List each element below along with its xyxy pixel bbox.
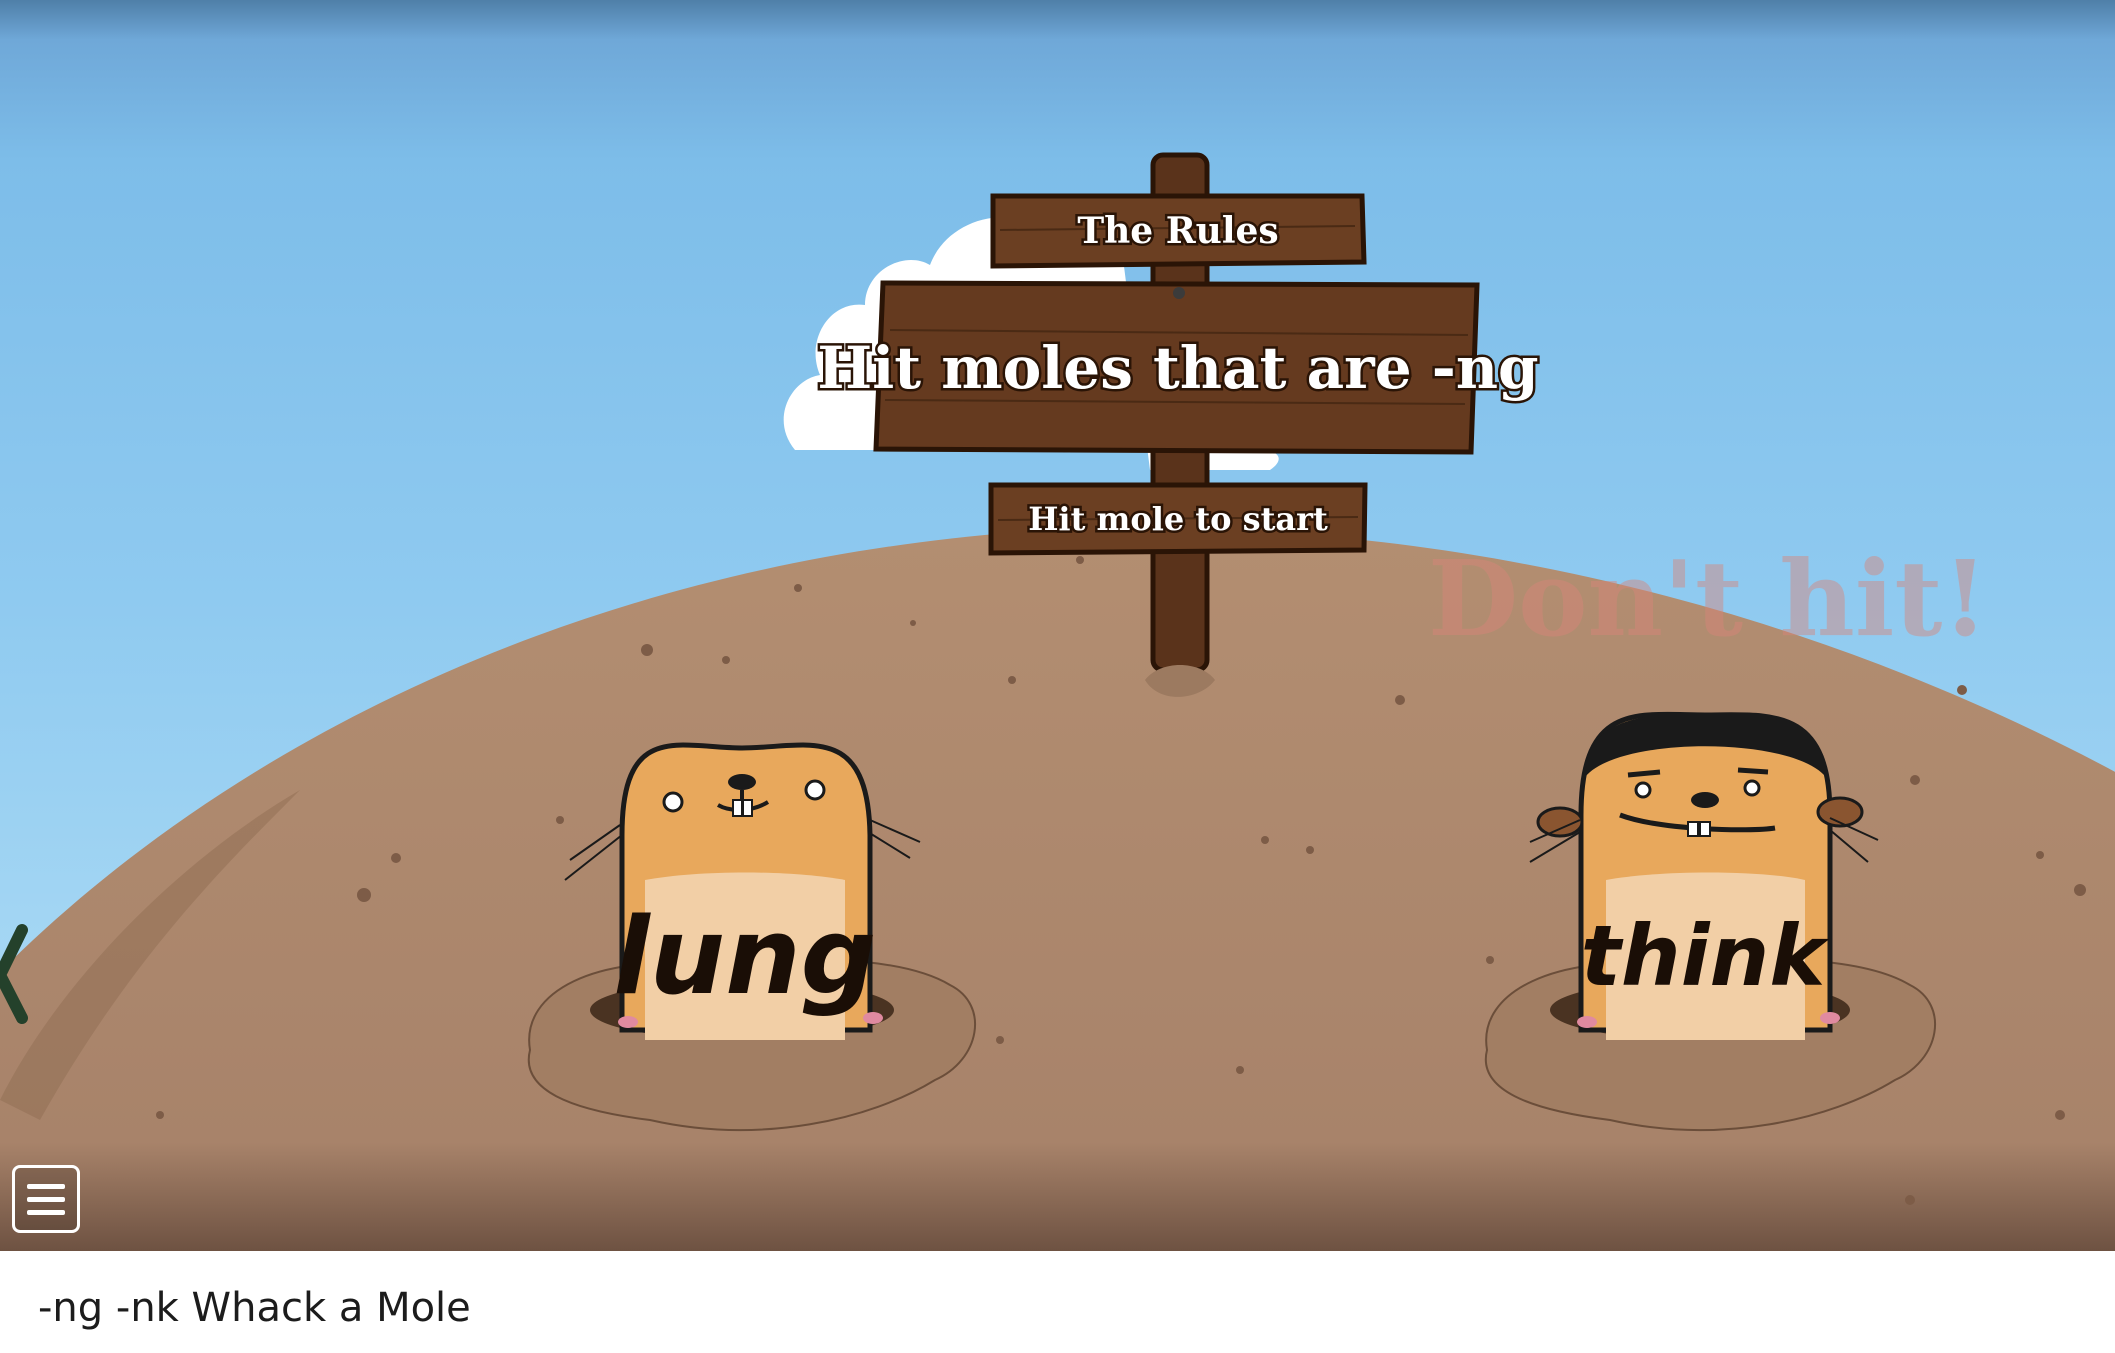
sign-instruction: Hit mole to start bbox=[1028, 500, 1328, 538]
mole-word-think: think bbox=[1581, 907, 1831, 1005]
dont-hit-warning: Don't hit! bbox=[1428, 537, 1988, 660]
sign-title: The Rules bbox=[1077, 210, 1278, 252]
activity-title: -ng -nk Whack a Mole bbox=[38, 1285, 471, 1331]
game-canvas[interactable]: The Rules Hit moles that are -ng Hit mol… bbox=[0, 0, 2115, 1251]
menu-button[interactable] bbox=[12, 1165, 80, 1233]
game-scene: The Rules Hit moles that are -ng Hit mol… bbox=[0, 152, 2115, 1251]
hamburger-menu-icon bbox=[27, 1183, 65, 1189]
mole-word-lung: lung bbox=[613, 895, 876, 1018]
sign-rule: Hit moles that are -ng bbox=[817, 334, 1538, 402]
